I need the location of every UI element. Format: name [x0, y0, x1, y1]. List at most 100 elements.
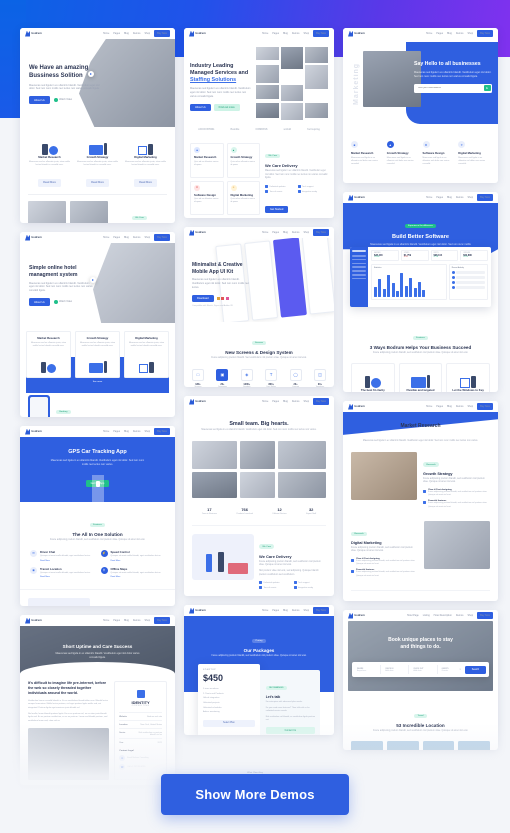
nav-link-blog[interactable]: Blog: [283, 231, 288, 234]
feature-item[interactable]: ■ Market Research Maecenas sed ligula in…: [351, 141, 383, 167]
nav-link-demos[interactable]: Demos: [456, 32, 464, 35]
nav-link-shop[interactable]: Shop: [303, 609, 309, 612]
nav-links[interactable]: Home Pages Blog Demos Shop Buy Now: [426, 30, 493, 37]
demo-card-build-software[interactable]: bodrum Home Pages Blog Demos Shop Buy No…: [343, 192, 498, 392]
nav-cta-button[interactable]: Buy Now: [154, 30, 170, 37]
read-more-button[interactable]: Read More: [38, 178, 61, 187]
search-button[interactable]: Search: [464, 665, 487, 674]
nav-link-blog[interactable]: Blog: [283, 32, 288, 35]
nav-link-blog[interactable]: Blog: [124, 236, 129, 239]
search-field-guests[interactable]: GUESTS Guests ▾: [440, 668, 463, 672]
nav-link-shop[interactable]: Shop: [467, 405, 473, 408]
nav-link-home[interactable]: Home: [262, 32, 268, 35]
nav-cta-button[interactable]: Buy Now: [154, 234, 170, 241]
nav-cta-button[interactable]: Buy Now: [477, 403, 493, 410]
nav-link-blog[interactable]: Blog: [283, 400, 288, 403]
read-more-link[interactable]: Read More: [111, 560, 161, 562]
nav-link-blog[interactable]: Blog: [124, 32, 129, 35]
nav-link-home[interactable]: Home: [103, 32, 109, 35]
nav-link-demos[interactable]: Demos: [292, 609, 300, 612]
about-us-button[interactable]: About Us: [190, 103, 211, 112]
search-field-where[interactable]: WHERE Anywhere: [355, 668, 378, 672]
nav-link-blog[interactable]: Blog: [124, 619, 129, 622]
service-card[interactable]: ■ Market Research Quis ad ex ullamtrix v…: [190, 143, 224, 178]
feature-item[interactable]: ⚲ Offline Maps Quisque sit amet mollis b…: [100, 566, 166, 578]
nav-link-demos[interactable]: Demos: [292, 32, 300, 35]
nav-link-pages[interactable]: Pages: [113, 430, 120, 433]
nav-link-demos[interactable]: Demos: [133, 430, 141, 433]
nav-link-pages[interactable]: Pages: [272, 32, 279, 35]
band-link[interactable]: See more: [26, 381, 169, 383]
service-card[interactable]: ⚙ Software Design Quis ad ex ullamtrix v…: [190, 180, 224, 216]
nav-link-shop[interactable]: Shop: [144, 430, 150, 433]
feature-item[interactable]: ✉ Driver Chat Quisque sit amet mollis bl…: [30, 549, 95, 562]
read-more-link[interactable]: Read More: [40, 560, 90, 562]
nav-link-listing[interactable]: Listing: [423, 614, 430, 617]
nav-cta-button[interactable]: Buy Now: [313, 229, 329, 236]
search-field-checkin[interactable]: CHECK IN Add date: [383, 668, 406, 672]
nav-link-home[interactable]: Home: [262, 400, 268, 403]
nav-link-pages[interactable]: Pages: [113, 619, 120, 622]
nav-link-pages[interactable]: Pages: [113, 32, 120, 35]
nav-link-home[interactable]: Home: [103, 430, 109, 433]
nav-link-shop[interactable]: Shop: [467, 614, 473, 617]
nav-cta-button[interactable]: Buy Now: [477, 30, 493, 37]
nav-link-blog[interactable]: Blog: [447, 405, 452, 408]
nav-link-demos[interactable]: Demos: [456, 196, 464, 199]
nav-link-shop[interactable]: Shop: [467, 196, 473, 199]
nav-link-pages[interactable]: Pages: [436, 196, 443, 199]
nav-link-shop[interactable]: Shop: [144, 619, 150, 622]
nav-link-home[interactable]: Home: [426, 32, 432, 35]
find-out-more-button[interactable]: Find out more: [213, 103, 240, 112]
get-started-button[interactable]: Get Started: [265, 205, 289, 214]
nav-links[interactable]: Home Pages Blog Demos Shop Buy Now: [426, 403, 493, 410]
watch-video-label[interactable]: Watch Video: [59, 301, 72, 303]
nav-link-hotel-description[interactable]: Hotel Description: [434, 614, 452, 617]
nav-cta-button[interactable]: Buy Now: [313, 30, 329, 37]
submit-arrow-icon[interactable]: ➤: [483, 85, 491, 91]
nav-link-pages[interactable]: Pages: [272, 400, 279, 403]
demo-card-gps-tracking[interactable]: bodrum Home Pages Blog Demos Shop Buy No…: [20, 426, 175, 606]
nav-link-home[interactable]: Home: [103, 236, 109, 239]
nav-links[interactable]: Home Pages Blog Demos Shop Buy Now: [103, 428, 170, 435]
email-signup-form[interactable]: ➤: [414, 83, 492, 93]
feature-card[interactable]: Market Research Maecenas sed ex ullamtri…: [26, 331, 71, 379]
nav-link-demos[interactable]: Demos: [456, 614, 464, 617]
read-more-button[interactable]: Read More: [86, 178, 109, 187]
about-us-button[interactable]: About Us: [29, 298, 50, 306]
read-more-link[interactable]: Read More: [40, 576, 90, 578]
feature-item[interactable]: ◉ Transit Location Quisque sit amet moll…: [30, 566, 95, 578]
nav-links[interactable]: Home Pages Blog Demos Shop Buy Now: [262, 607, 329, 614]
watch-video-label[interactable]: Watch Video: [59, 99, 72, 101]
chevron-down-icon[interactable]: ▾: [459, 668, 460, 671]
service-card[interactable]: ▲ Growth Strategy Quis ad ex ullamtrix v…: [226, 143, 260, 178]
nav-link-shop[interactable]: Shop: [467, 32, 473, 35]
nav-cta-button[interactable]: Buy Now: [154, 617, 170, 624]
nav-cta-button[interactable]: Buy Now: [477, 194, 493, 201]
nav-link-home[interactable]: Home: [426, 405, 432, 408]
nav-link-hotel-page[interactable]: Hotel Page: [407, 614, 419, 617]
nav-link-shop[interactable]: Shop: [144, 32, 150, 35]
nav-links[interactable]: Home Pages Blog Demos Shop Buy Now: [103, 234, 170, 241]
demo-card-staffing[interactable]: bodrum Home Pages Blog Demos Shop Buy No…: [184, 28, 334, 218]
nav-link-shop[interactable]: Shop: [303, 400, 309, 403]
nav-link-demos[interactable]: Demos: [133, 236, 141, 239]
nav-link-shop[interactable]: Shop: [303, 32, 309, 35]
stat-item[interactable]: ◈ 1200+ Symbols: [240, 368, 253, 387]
nav-link-home[interactable]: Home: [426, 196, 432, 199]
feature-item[interactable]: ⚡ Speed Control Quisque sit amet mollis …: [100, 549, 166, 562]
stat-item[interactable]: Ｔ 860+ Font Styles: [265, 368, 278, 387]
nav-link-blog[interactable]: Blog: [447, 196, 452, 199]
nav-link-demos[interactable]: Demos: [133, 619, 141, 622]
nav-link-pages[interactable]: Pages: [436, 405, 443, 408]
nav-links[interactable]: Hotel Page Listing Hotel Description Dem…: [407, 612, 493, 619]
feature-card[interactable]: The best fit clarity Quisque sit amet ni…: [351, 362, 395, 392]
nav-link-home[interactable]: Home: [262, 231, 268, 234]
nav-links[interactable]: Home Pages Blog Demos Shop Buy Now: [103, 617, 170, 624]
read-more-link[interactable]: Read More: [111, 576, 161, 578]
demo-card-say-hello[interactable]: bodrum Home Pages Blog Demos Shop Buy No…: [343, 28, 498, 183]
download-button[interactable]: Download: [192, 294, 214, 303]
nav-links[interactable]: Home Pages Blog Demos Shop Buy Now: [426, 194, 493, 201]
nav-cta-button[interactable]: Buy Now: [313, 607, 329, 614]
stat-item[interactable]: ◫ 30+ Templates: [313, 368, 326, 387]
